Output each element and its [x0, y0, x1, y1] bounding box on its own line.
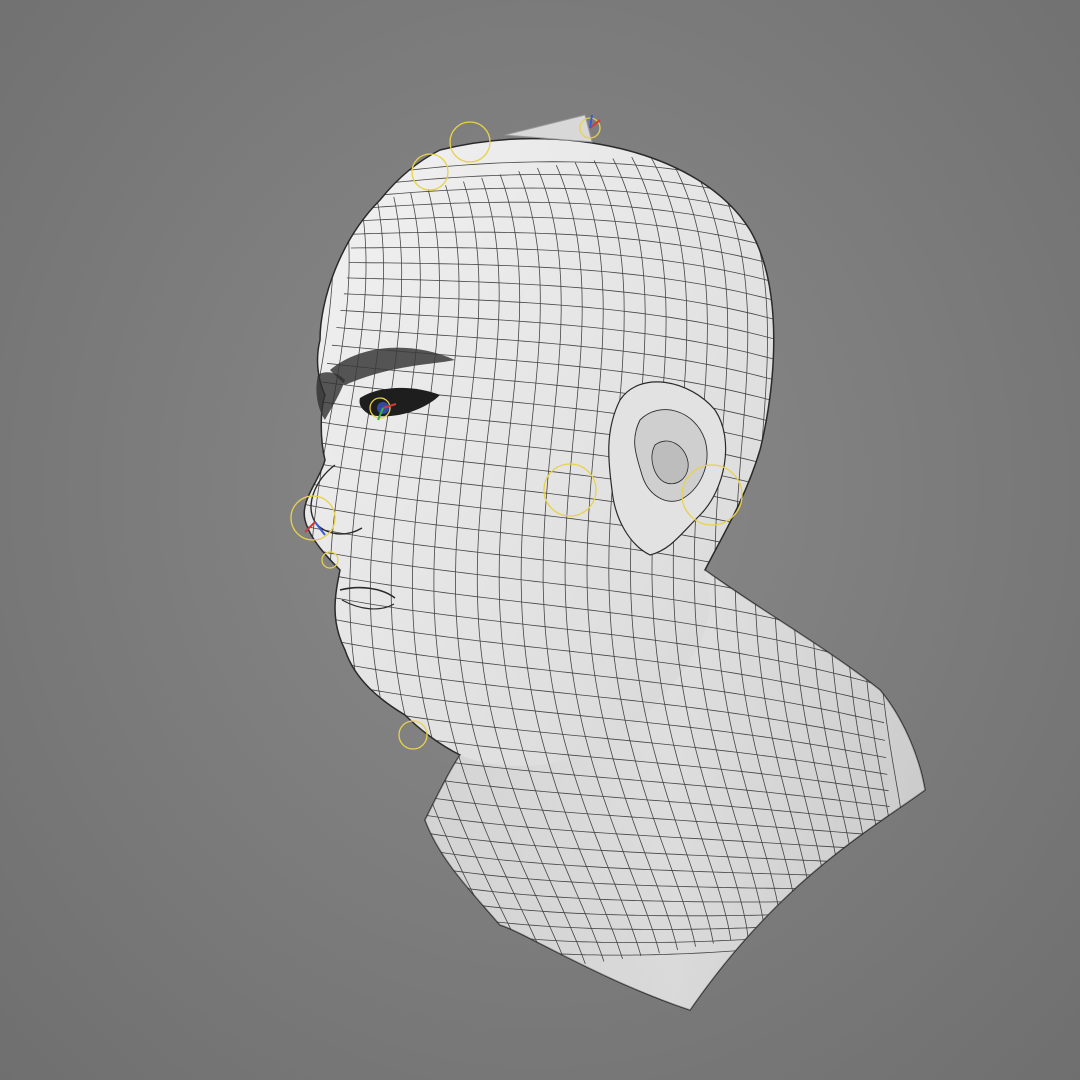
- viewport-scene[interactable]: [0, 0, 1080, 1080]
- rig-control-circle-icon[interactable]: [398, 720, 428, 750]
- 3d-viewport[interactable]: [0, 0, 1080, 1080]
- head-top-helper[interactable]: [504, 114, 593, 143]
